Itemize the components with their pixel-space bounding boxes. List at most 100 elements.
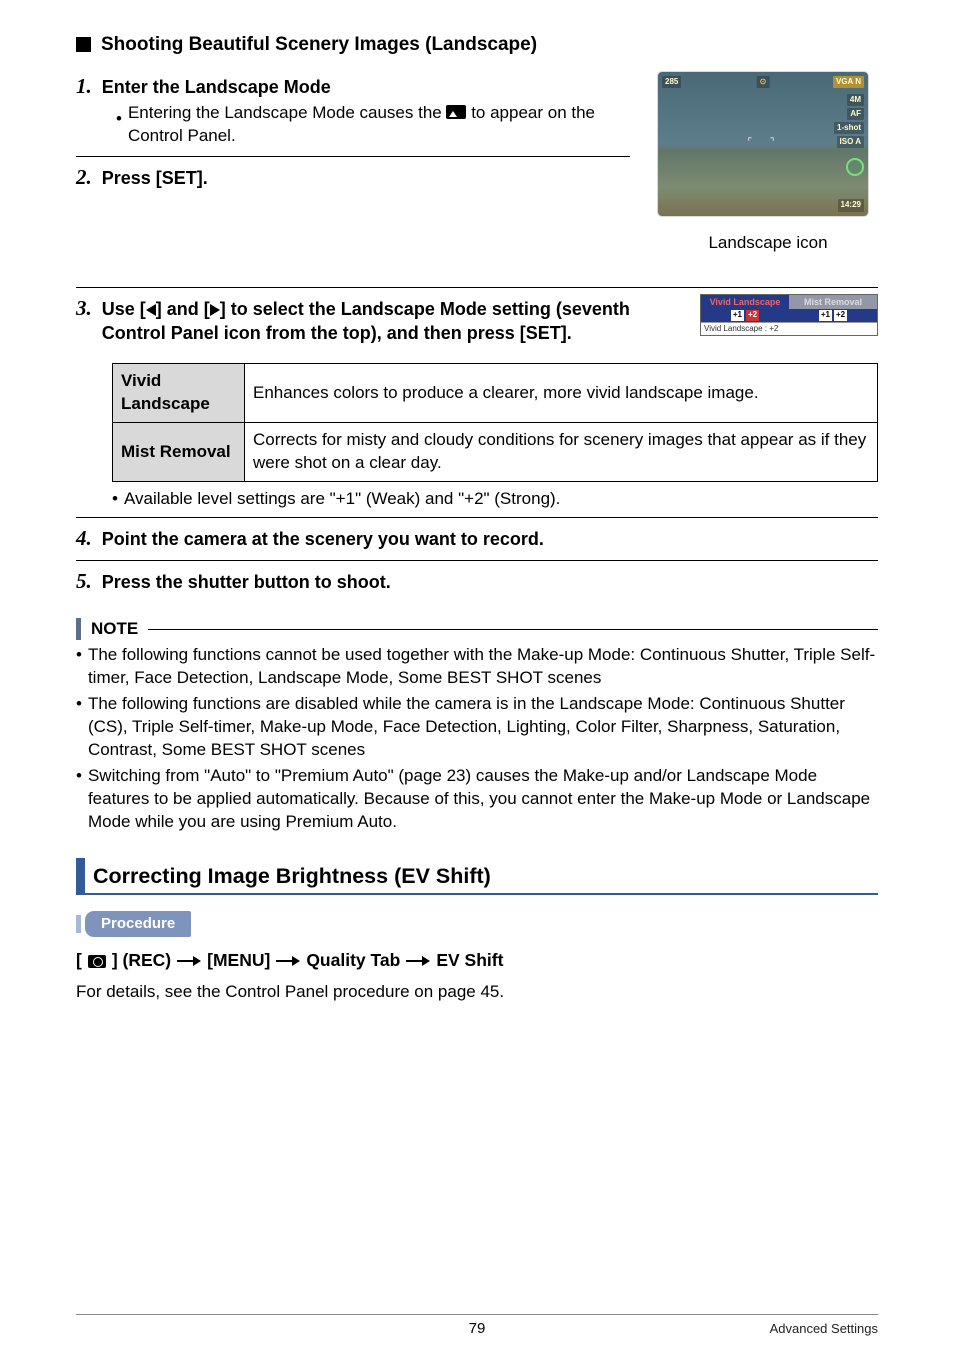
note-text: The following functions cannot be used t… — [88, 644, 878, 690]
step-5: 5. Press the shutter button to shoot. — [76, 567, 878, 595]
mode-label-vivid: Vivid Landscape — [113, 364, 245, 423]
preview-r3: 1-shot — [834, 122, 864, 135]
option-strip: Vivid Landscape Mist Removal +1 +2 +1 +2… — [700, 294, 878, 337]
step3-mid: ] and [ — [156, 299, 210, 319]
step-number: 3. — [76, 294, 92, 322]
section-title: Shooting Beautiful Scenery Images (Lands… — [101, 32, 537, 58]
step-number: 5. — [76, 567, 92, 595]
list-item: •The following functions are disabled wh… — [76, 693, 878, 762]
bullet-icon: • — [76, 765, 82, 834]
preview-column: 285 ⊙ VGA N 4M AF 1-shot ISO A 14:29 ⌜ ⌝… — [658, 72, 878, 255]
opt-head-mist: Mist Removal — [789, 295, 877, 309]
step-3-row: 3. Use [] and [] to select the Landscape… — [76, 294, 878, 354]
section-header: Shooting Beautiful Scenery Images (Lands… — [76, 32, 878, 58]
procedure-tick-icon — [76, 915, 81, 933]
bullet-icon: • — [116, 108, 122, 131]
step-3: 3. Use [] and [] to select the Landscape… — [76, 294, 670, 346]
levels-mist: +1 +2 — [789, 309, 877, 322]
mode-desc-mist: Corrects for misty and cloudy conditions… — [245, 423, 878, 482]
step-4: 4. Point the camera at the scenery you w… — [76, 524, 878, 552]
footer: 79 Advanced Settings — [76, 1319, 878, 1339]
divider — [76, 287, 878, 288]
step-title: Use [] and [] to select the Landscape Mo… — [102, 297, 670, 346]
arrow-icon — [276, 956, 300, 966]
ev-shift-title: Correcting Image Brightness (EV Shift) — [93, 858, 491, 893]
square-bullet-icon — [76, 37, 91, 52]
preview-caption: Landscape icon — [658, 232, 878, 255]
option-strip-status: Vivid Landscape : +2 — [701, 322, 877, 336]
levels-vivid: +1 +2 — [701, 309, 789, 322]
step-body: Entering the Landscape Mode causes the t… — [128, 102, 630, 148]
bullet-icon: • — [76, 644, 82, 690]
step3-pre: Use [ — [102, 299, 146, 319]
lvl-b1: +1 — [819, 310, 832, 321]
note-line — [148, 629, 878, 630]
list-item: •The following functions cannot be used … — [76, 644, 878, 690]
arrow-icon — [177, 956, 201, 966]
steps-column: 1. Enter the Landscape Mode • Entering t… — [76, 72, 630, 255]
procedure-path: [] (REC) [MENU] Quality Tab EV Shift — [76, 949, 878, 973]
note-header: NOTE — [76, 618, 878, 641]
bullet-icon: • — [112, 488, 118, 511]
footer-section: Advanced Settings — [770, 1320, 878, 1338]
arrow-icon — [406, 956, 430, 966]
divider — [76, 517, 878, 518]
preview-top-right: VGA N — [833, 76, 864, 89]
note-label: NOTE — [91, 618, 138, 641]
left-arrow-icon — [146, 304, 156, 316]
lvl-a2: +2 — [746, 310, 759, 321]
levels-note: Available level settings are "+1" (Weak)… — [124, 488, 560, 511]
lvl-b2: +2 — [834, 310, 847, 321]
table-row: Vivid Landscape Enhances colors to produ… — [113, 364, 878, 423]
camera-preview: 285 ⊙ VGA N 4M AF 1-shot ISO A 14:29 ⌜ ⌝ — [658, 72, 868, 216]
camera-icon — [88, 955, 106, 968]
preview-r2: AF — [847, 108, 864, 121]
mode-label-mist: Mist Removal — [113, 423, 245, 482]
list-item: •Switching from "Auto" to "Premium Auto"… — [76, 765, 878, 834]
step-number: 4. — [76, 524, 92, 552]
focus-brackets-icon: ⌜ ⌝ — [748, 136, 779, 150]
landscape-highlight-icon — [846, 158, 864, 176]
table-row: Mist Removal Corrects for misty and clou… — [113, 423, 878, 482]
note-list: •The following functions cannot be used … — [76, 644, 878, 834]
option-strip-header: Vivid Landscape Mist Removal — [701, 295, 877, 309]
step-body-pre: Entering the Landscape Mode causes the — [128, 103, 447, 122]
step-number: 2. — [76, 163, 92, 191]
option-strip-levels: +1 +2 +1 +2 — [701, 309, 877, 322]
step-1: 1. Enter the Landscape Mode • Entering t… — [76, 72, 630, 148]
proc-p2: ] (REC) — [112, 949, 171, 973]
step-title: Enter the Landscape Mode — [102, 75, 331, 99]
bullet-icon: • — [76, 693, 82, 762]
proc-p1: [ — [76, 949, 82, 973]
note-text: Switching from "Auto" to "Premium Auto" … — [88, 765, 878, 834]
divider — [76, 560, 878, 561]
divider — [76, 156, 630, 157]
landscape-mode-icon — [446, 105, 466, 119]
preview-r1: 4M — [847, 94, 864, 107]
page-number: 79 — [469, 1319, 486, 1339]
step-title: Press [SET]. — [102, 166, 208, 190]
preview-time: 14:29 — [838, 199, 864, 212]
procedure-detail: For details, see the Control Panel proce… — [76, 981, 878, 1004]
preview-top-mid: ⊙ — [757, 76, 770, 89]
preview-r4: ISO A — [837, 136, 864, 149]
preview-top-left: 285 — [662, 76, 681, 89]
blue-bar-icon — [76, 858, 85, 893]
procedure-label: Procedure — [85, 911, 191, 937]
note-text: The following functions are disabled whi… — [88, 693, 878, 762]
proc-p5: EV Shift — [436, 949, 503, 973]
note-bar-icon — [76, 618, 81, 640]
opt-head-vivid: Vivid Landscape — [701, 295, 789, 309]
step-2: 2. Press [SET]. — [76, 163, 630, 191]
mode-desc-vivid: Enhances colors to produce a clearer, mo… — [245, 364, 878, 423]
levels-note-row: • Available level settings are "+1" (Wea… — [112, 488, 878, 511]
procedure-row: Procedure — [76, 911, 878, 937]
lvl-a1: +1 — [731, 310, 744, 321]
footer-divider — [76, 1314, 878, 1315]
top-row: 1. Enter the Landscape Mode • Entering t… — [76, 72, 878, 255]
step-title: Press the shutter button to shoot. — [102, 570, 391, 594]
proc-p4: Quality Tab — [306, 949, 400, 973]
step-number: 1. — [76, 72, 92, 100]
right-arrow-icon — [210, 304, 220, 316]
step-title: Point the camera at the scenery you want… — [102, 527, 544, 551]
